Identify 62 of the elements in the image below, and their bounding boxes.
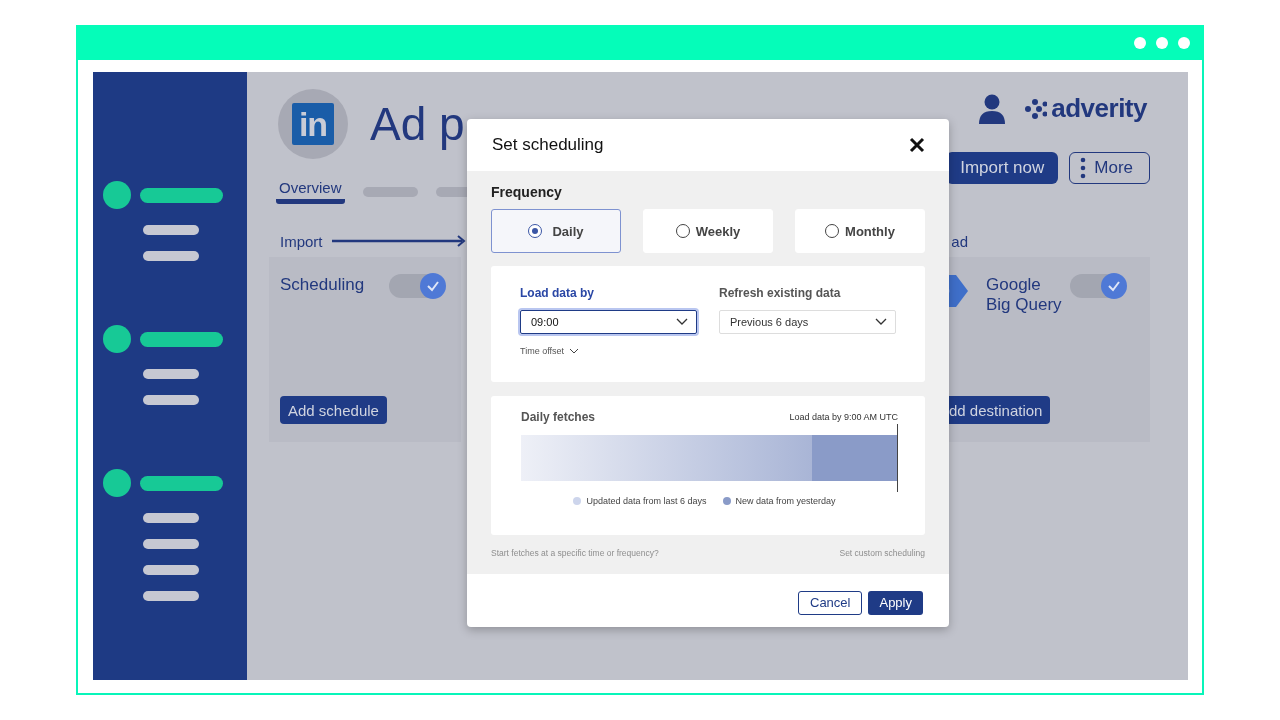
nav-placeholder-bar[interactable] bbox=[140, 331, 223, 347]
nav-placeholder-line[interactable] bbox=[143, 539, 199, 549]
radio-icon bbox=[675, 224, 690, 238]
field-label: Load data by bbox=[520, 286, 595, 300]
window-dot-icon bbox=[1134, 36, 1146, 49]
nav-placeholder-bar[interactable] bbox=[140, 475, 223, 491]
brand-name: adverity bbox=[1051, 93, 1147, 124]
nav-placeholder-bar[interactable] bbox=[140, 187, 223, 203]
brand-mark-icon bbox=[1025, 97, 1048, 120]
field-label: Refresh existing data bbox=[719, 286, 842, 300]
nav-placeholder-line[interactable] bbox=[143, 591, 199, 601]
section-label: Frequency bbox=[491, 184, 563, 200]
toggle[interactable] bbox=[1070, 274, 1126, 298]
add-schedule-button[interactable]: Add schedule bbox=[280, 396, 387, 424]
radio-option[interactable]: Monthly bbox=[795, 209, 925, 253]
nav-dot-icon bbox=[103, 469, 131, 497]
card-title: Scheduling bbox=[280, 274, 366, 295]
timeline-title: Daily fetches bbox=[521, 410, 596, 424]
nav-placeholder-line[interactable] bbox=[143, 513, 199, 523]
apply-button[interactable]: Apply bbox=[868, 590, 923, 615]
import-button[interactable]: Import now bbox=[946, 152, 1059, 184]
dropdown[interactable]: Previous 6 days bbox=[719, 310, 896, 334]
page-title: Ad p bbox=[370, 97, 465, 151]
user-icon bbox=[979, 93, 1006, 124]
tab[interactable]: Overview bbox=[276, 179, 345, 204]
radio-icon bbox=[528, 224, 543, 238]
more-button[interactable]: More bbox=[1069, 152, 1150, 184]
close-button[interactable] bbox=[909, 137, 925, 153]
toggle[interactable] bbox=[389, 274, 445, 298]
dialog-title: Set scheduling bbox=[492, 135, 604, 155]
nav-placeholder-line[interactable] bbox=[143, 251, 199, 261]
chevron-down-icon bbox=[676, 318, 688, 326]
cancel-button[interactable]: Cancel bbox=[798, 590, 863, 615]
nav-dot-icon bbox=[103, 325, 131, 353]
nav-placeholder-line[interactable] bbox=[143, 225, 199, 235]
radio-option[interactable]: Weekly bbox=[643, 209, 773, 253]
dropdown[interactable]: 09:00 bbox=[520, 310, 697, 334]
nav-placeholder-line[interactable] bbox=[143, 369, 199, 379]
source-logo-text: in bbox=[292, 103, 334, 145]
chevron-down-icon bbox=[569, 348, 579, 354]
kebab-icon bbox=[1080, 157, 1087, 179]
legend-label: Updated data from last 6 days bbox=[586, 496, 707, 506]
legend-label: New data from yesterday bbox=[735, 496, 836, 506]
card-title: Google Big Query bbox=[986, 274, 1063, 315]
window-dot-icon bbox=[1178, 36, 1190, 49]
chevron-down-icon bbox=[875, 318, 887, 326]
timeline-note: Load data by 9:00 AM UTC bbox=[789, 412, 898, 422]
nav-placeholder-line[interactable] bbox=[143, 395, 199, 405]
add-destination-button[interactable]: dd destination bbox=[949, 396, 1051, 424]
tab-placeholder[interactable] bbox=[435, 186, 468, 197]
nav-dot-icon bbox=[103, 181, 131, 209]
time-offset-toggle[interactable]: Time offset bbox=[520, 346, 579, 356]
check-icon bbox=[1107, 280, 1121, 292]
radio-option[interactable]: Daily bbox=[491, 209, 621, 253]
radio-icon bbox=[825, 224, 840, 238]
flow-label: ad bbox=[951, 232, 968, 250]
close-icon bbox=[909, 137, 925, 153]
hint-text: Start fetches at a specific time or frequency? bbox=[491, 548, 659, 558]
flow-label: Import bbox=[280, 232, 323, 250]
window-dot-icon bbox=[1156, 36, 1168, 49]
nav-placeholder-line[interactable] bbox=[143, 565, 199, 575]
check-icon bbox=[426, 280, 440, 292]
